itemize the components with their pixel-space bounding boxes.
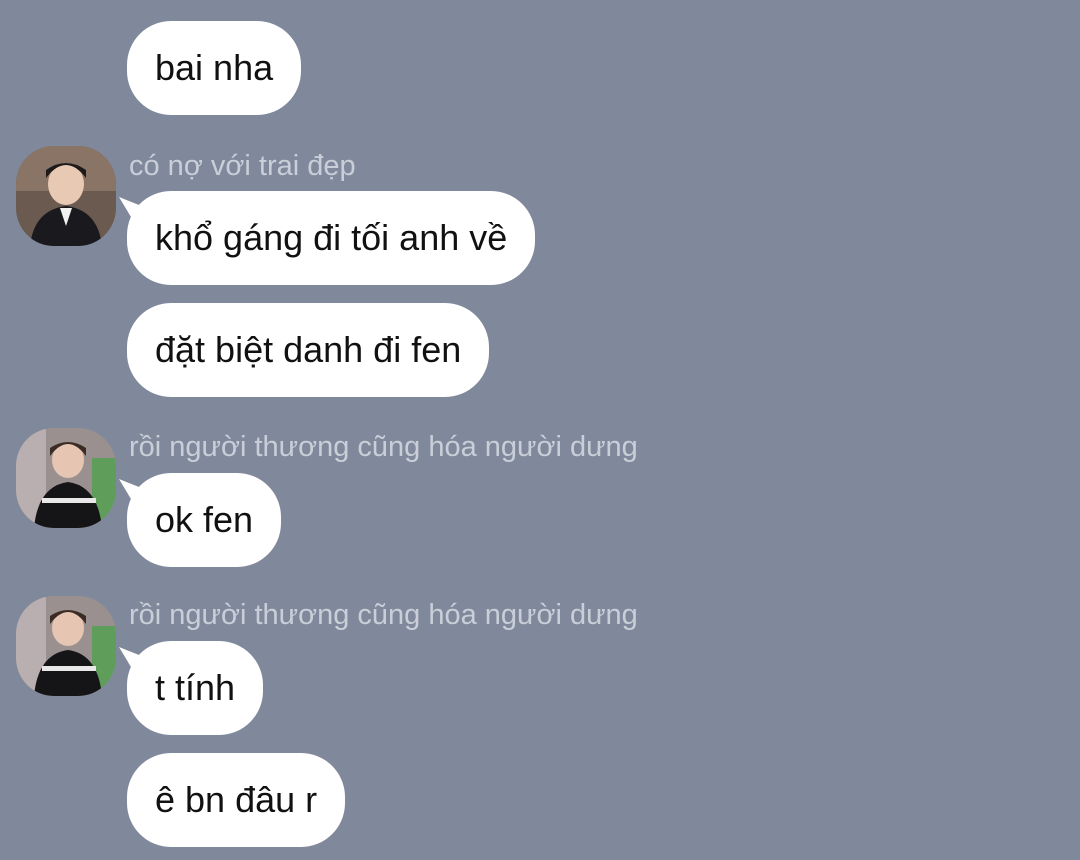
- avatar-icon[interactable]: [16, 428, 116, 528]
- sender-name: có nợ với trai đẹp: [129, 150, 356, 182]
- message-bubble[interactable]: khổ gáng đi tối anh về: [127, 191, 536, 285]
- sender-name: rồi người thương cũng hóa người dưng: [129, 599, 638, 631]
- message-text: khổ gáng đi tối anh về: [155, 217, 508, 258]
- sender-name: rồi người thương cũng hóa người dưng: [129, 431, 638, 463]
- message-text: ok fen: [155, 499, 254, 540]
- message-text: đặt biệt danh đi fen: [155, 329, 462, 370]
- message-text: t tính: [155, 667, 236, 708]
- avatar-icon[interactable]: [16, 146, 116, 246]
- message-bubble[interactable]: t tính: [127, 641, 264, 735]
- message-bubble[interactable]: ok fen: [127, 473, 282, 567]
- message-bubble[interactable]: đặt biệt danh đi fen: [127, 303, 490, 397]
- message-bubble[interactable]: ê bn đâu r: [127, 753, 346, 847]
- message-bubble[interactable]: bai nha: [127, 21, 302, 115]
- message-text: ê bn đâu r: [155, 779, 318, 820]
- message-text: bai nha: [155, 47, 274, 88]
- avatar-icon[interactable]: [16, 596, 116, 696]
